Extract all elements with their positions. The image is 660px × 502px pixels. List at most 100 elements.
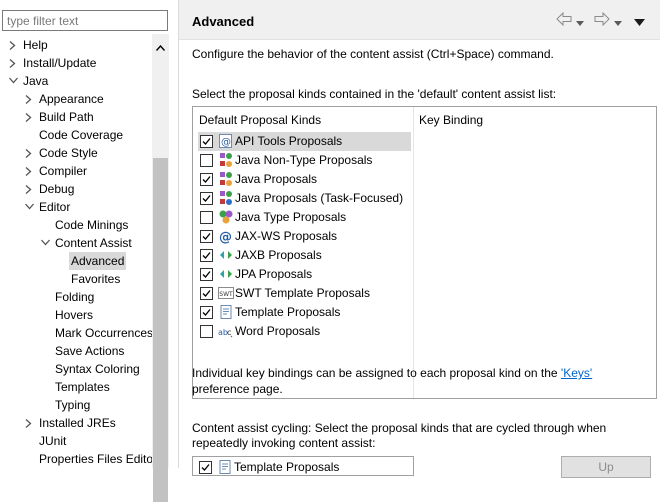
tree-item-label: Help: [23, 38, 48, 52]
table-row[interactable]: Template Proposals: [198, 303, 411, 322]
checkbox[interactable]: [200, 325, 213, 338]
column-header-default-proposal-kinds[interactable]: Default Proposal Kinds: [199, 113, 321, 127]
tree-item-code-coverage[interactable]: Code Coverage: [0, 126, 152, 144]
table-row[interactable]: Java Proposals: [198, 170, 411, 189]
tree-item-label: Installed JREs: [39, 416, 116, 430]
tree-item-code-style[interactable]: Code Style: [0, 144, 152, 162]
java-nontype-icon: [218, 152, 234, 168]
tree-item-label: Content Assist: [55, 236, 132, 250]
checkbox[interactable]: [200, 249, 213, 262]
scroll-thumb[interactable]: [153, 158, 168, 502]
chevron-right-icon[interactable]: [24, 144, 36, 162]
table-row[interactable]: JAXB Proposals: [198, 246, 411, 265]
tree-item-favorites[interactable]: Favorites: [0, 270, 152, 288]
at-doc-icon: @: [218, 133, 234, 149]
scroll-up-arrow-icon[interactable]: [155, 40, 166, 54]
tree-item-properties-files-editor[interactable]: Properties Files Editor: [0, 450, 152, 468]
advanced-content-assist-page: Configure the behavior of the content as…: [179, 41, 660, 478]
column-separator[interactable]: [413, 107, 414, 398]
tree-item-label: Templates: [55, 380, 110, 394]
key-binding-info: Individual key bindings can be assigned …: [192, 365, 652, 397]
table-row[interactable]: JPA Proposals: [198, 265, 411, 284]
filter-input[interactable]: [2, 10, 168, 31]
proposal-label: Java Type Proposals: [235, 210, 347, 224]
table-row[interactable]: @ API Tools Proposals: [198, 132, 411, 151]
chevron-right-icon[interactable]: [24, 162, 36, 180]
tree-item-templates[interactable]: Templates: [0, 378, 152, 396]
table-row[interactable]: Java Type Proposals: [198, 208, 411, 227]
checkbox[interactable]: [200, 135, 213, 148]
table-row[interactable]: Java Proposals (Task-Focused): [198, 189, 411, 208]
checkbox[interactable]: [200, 173, 213, 186]
chevron-down-icon[interactable]: [8, 72, 20, 90]
template-icon: [217, 459, 233, 475]
chevron-right-icon[interactable]: [24, 90, 36, 108]
tree-item-label: Build Path: [39, 110, 94, 124]
tree-item-java[interactable]: Java: [0, 72, 152, 90]
tree-item-label: Folding: [55, 290, 95, 304]
checkbox[interactable]: [200, 268, 213, 281]
svg-text:SWT: SWT: [219, 291, 233, 298]
tree-item-install-update[interactable]: Install/Update: [0, 54, 152, 72]
tree-item-advanced[interactable]: Advanced: [0, 252, 152, 270]
tree-item-label: Save Actions: [55, 344, 125, 358]
template-icon: [218, 304, 234, 320]
tree-item-code-minings[interactable]: Code Minings: [0, 216, 152, 234]
tree-item-syntax-coloring[interactable]: Syntax Coloring: [0, 360, 152, 378]
chevron-right-icon[interactable]: [8, 36, 20, 54]
chevron-right-icon[interactable]: [8, 54, 20, 72]
proposal-label: Java Proposals: [235, 172, 318, 186]
tree-scrollbar[interactable]: [152, 34, 169, 502]
chevron-right-icon[interactable]: [24, 414, 36, 432]
table-row[interactable]: SWT SWT Template Proposals: [198, 284, 411, 303]
svg-text:@: @: [221, 137, 231, 148]
proposal-label: JAX-WS Proposals: [235, 229, 338, 243]
checkbox[interactable]: [200, 230, 213, 243]
up-button[interactable]: Up: [561, 456, 651, 478]
tree-item-mark-occurrences[interactable]: Mark Occurrences: [0, 324, 152, 342]
arrows-icon: [218, 266, 234, 282]
checkbox[interactable]: [200, 154, 213, 167]
at-sign-icon: @: [218, 228, 234, 245]
tree-item-compiler[interactable]: Compiler: [0, 162, 152, 180]
default-proposal-kinds-table: Default Proposal Kinds Key Binding @ API …: [192, 106, 657, 399]
page-title: Advanced: [192, 14, 255, 29]
tree-item-help[interactable]: Help: [0, 36, 152, 54]
checkbox[interactable]: [200, 192, 213, 205]
chevron-down-icon[interactable]: [40, 234, 52, 252]
chevron-right-icon[interactable]: [24, 108, 36, 126]
tree-item-folding[interactable]: Folding: [0, 288, 152, 306]
tree-item-hovers[interactable]: Hovers: [0, 306, 152, 324]
cycling-proposal-table: Template Proposals: [192, 456, 414, 476]
tree-item-debug[interactable]: Debug: [0, 180, 152, 198]
tree-item-label: Code Style: [39, 146, 98, 160]
keys-preference-link[interactable]: 'Keys': [561, 366, 592, 380]
view-menu-icon[interactable]: [634, 16, 645, 30]
tree-item-label: Debug: [39, 182, 75, 196]
tree-item-label: Compiler: [39, 164, 88, 178]
tree-item-content-assist[interactable]: Content Assist: [0, 234, 152, 252]
chevron-right-icon[interactable]: [24, 180, 36, 198]
checkbox[interactable]: [200, 211, 213, 224]
tree-item-save-actions[interactable]: Save Actions: [0, 342, 152, 360]
tree-item-installed-jres[interactable]: Installed JREs: [0, 414, 152, 432]
tree-item-build-path[interactable]: Build Path: [0, 108, 152, 126]
proposal-label: API Tools Proposals: [235, 134, 343, 148]
column-header-key-binding[interactable]: Key Binding: [419, 113, 483, 127]
tree-item-typing[interactable]: Typing: [0, 396, 152, 414]
table-row[interactable]: @ JAX-WS Proposals: [198, 227, 411, 246]
back-arrow-icon[interactable]: [556, 11, 572, 29]
tree-item-appearance[interactable]: Appearance: [0, 90, 152, 108]
forward-arrow-icon[interactable]: [594, 11, 610, 29]
tree-item-junit[interactable]: JUnit: [0, 432, 152, 450]
preference-tree: Help Install/Update Java Appearance Build Pa…: [0, 36, 152, 468]
svg-text:c: c: [227, 328, 231, 337]
table-row[interactable]: ab c Word Proposals: [198, 322, 411, 341]
table-row[interactable]: Java Non-Type Proposals: [198, 151, 411, 170]
checkbox[interactable]: [200, 306, 213, 319]
tree-item-editor[interactable]: Editor: [0, 198, 152, 216]
forward-menu-chevron-icon[interactable]: [614, 16, 622, 30]
checkbox[interactable]: [200, 287, 213, 300]
chevron-down-icon[interactable]: [24, 198, 36, 216]
back-menu-chevron-icon[interactable]: [576, 16, 584, 30]
